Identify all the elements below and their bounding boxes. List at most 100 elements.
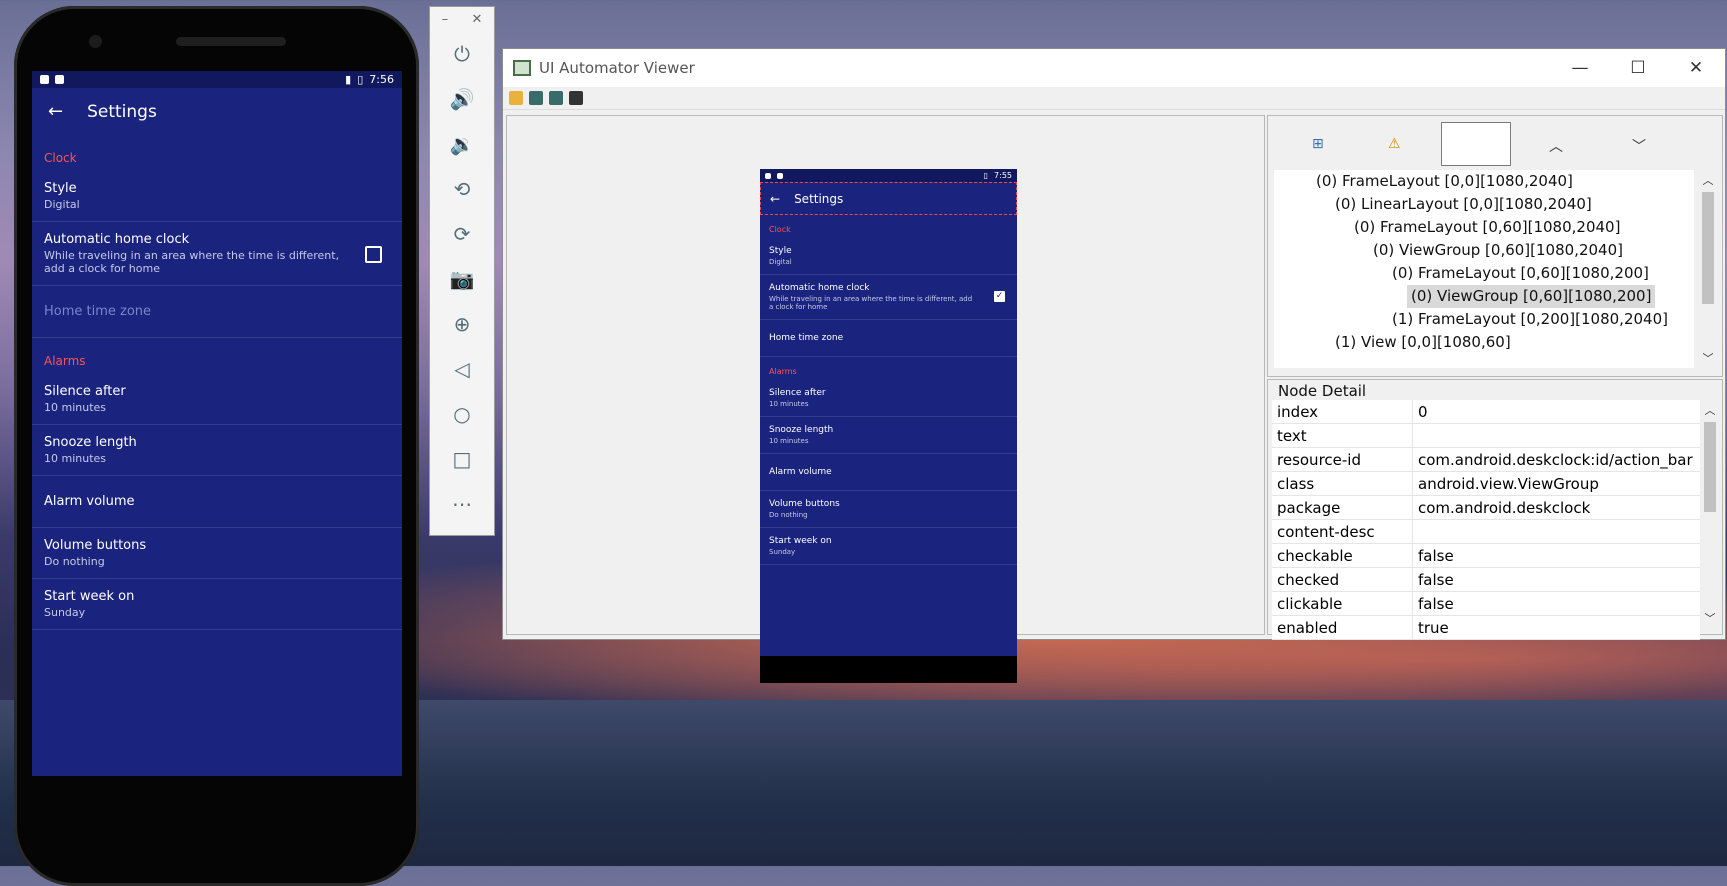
scroll-up-arrow-icon[interactable]: ︿ [1700, 172, 1716, 188]
tree-node[interactable]: (0) FrameLayout [0,60][1080,2040] [1274, 216, 1694, 239]
row-subtitle: Sunday [769, 548, 796, 556]
emulator-minimize-button[interactable]: – [442, 12, 449, 27]
scroll-down-arrow-icon[interactable]: ﹀ [1702, 610, 1718, 626]
shot-section-clock: Clock [769, 225, 791, 234]
row-title: Alarm volume [769, 467, 832, 477]
detail-key: resource-id [1272, 447, 1413, 472]
scroll-thumb[interactable] [1704, 422, 1716, 512]
shot-row-home-time-zone[interactable]: Home time zone [760, 320, 1017, 357]
tree-node[interactable]: (0) FrameLayout [0,60][1080,200] [1274, 262, 1694, 285]
detail-value[interactable]: com.android.deskclock [1412, 495, 1700, 520]
scroll-down-arrow-icon[interactable]: ﹀ [1700, 350, 1716, 366]
setting-style[interactable]: Style Digital [32, 171, 402, 222]
detail-value[interactable]: false [1412, 567, 1700, 592]
app-bar: ← Settings [32, 88, 402, 135]
row-subtitle: While traveling in an area where the tim… [769, 295, 973, 311]
device-screenshot[interactable]: ▯ 7:55 ← Settings Clock Style Digital Aut… [760, 169, 1017, 683]
tree-node-selected[interactable]: (0) ViewGroup [0,60][1080,200] [1407, 285, 1656, 308]
tree-node[interactable]: (0) LinearLayout [0,0][1080,2040] [1274, 193, 1694, 216]
setting-automatic-home-clock[interactable]: Automatic home clock While traveling in … [32, 222, 402, 286]
detail-row[interactable]: class android.view.ViewGroup [1272, 471, 1700, 496]
setting-alarm-volume[interactable]: Alarm volume [32, 476, 402, 528]
battery-icon: ▯ [357, 73, 364, 86]
detail-row[interactable]: enabled true [1272, 615, 1700, 640]
detail-row[interactable]: clickable false [1272, 591, 1700, 616]
tree-node[interactable]: (1) View [0,0][1080,60] [1274, 331, 1694, 354]
rotate-right-icon[interactable]: ⟳ [430, 211, 494, 256]
close-button[interactable]: ✕ [1667, 58, 1725, 78]
expand-all-icon[interactable]: ⊞ [1312, 136, 1324, 152]
detail-row[interactable]: index 0 [1272, 400, 1700, 424]
more-icon[interactable]: ⋯ [430, 481, 494, 526]
scroll-up-arrow-icon[interactable]: ︿ [1702, 402, 1718, 418]
back-arrow-icon[interactable]: ← [48, 101, 63, 122]
row-title: Style [769, 246, 792, 256]
detail-value[interactable]: false [1412, 543, 1700, 568]
detail-row[interactable]: text [1272, 423, 1700, 448]
power-icon[interactable]: ⏻ [430, 31, 494, 76]
detail-value[interactable]: com.android.deskclock:id/action_bar [1412, 447, 1700, 472]
viewer-toolbar [503, 87, 1725, 110]
detail-value[interactable]: 0 [1412, 400, 1700, 424]
tree-node[interactable]: (1) FrameLayout [0,200][1080,2040] [1274, 308, 1694, 331]
setting-start-week-on[interactable]: Start week on Sunday [32, 579, 402, 630]
detail-scrollbar[interactable]: ︿ ﹀ [1702, 400, 1718, 628]
chevron-up-icon[interactable]: ︿ [1549, 136, 1563, 156]
setting-title: Automatic home clock [44, 232, 190, 247]
tree-node[interactable]: (0) ViewGroup [0,60][1080,2040] [1274, 239, 1694, 262]
detail-row[interactable]: checked false [1272, 567, 1700, 592]
overview-icon[interactable]: □ [430, 436, 494, 481]
save-icon[interactable] [569, 91, 583, 105]
hierarchy-scrollbar[interactable]: ︿ ﹀ [1700, 170, 1716, 368]
warning-icon[interactable]: ⚠ [1388, 136, 1401, 152]
setting-silence-after[interactable]: Silence after 10 minutes [32, 374, 402, 425]
setting-snooze-length[interactable]: Snooze length 10 minutes [32, 425, 402, 476]
back-icon[interactable]: ◁ [430, 346, 494, 391]
home-icon[interactable]: ○ [430, 391, 494, 436]
shot-row-style[interactable]: Style Digital [760, 238, 1017, 275]
detail-row[interactable]: content-desc [1272, 519, 1700, 544]
hierarchy-toolbar: ⊞ ⚠ ︿ ﹀ [1268, 116, 1722, 170]
chevron-down-icon[interactable]: ﹀ [1632, 136, 1646, 156]
detail-value[interactable]: android.view.ViewGroup [1412, 471, 1700, 496]
setting-volume-buttons[interactable]: Volume buttons Do nothing [32, 528, 402, 579]
shot-row-snooze-length[interactable]: Snooze length 10 minutes [760, 417, 1017, 454]
row-title: Home time zone [769, 333, 844, 343]
setting-title: Snooze length [44, 435, 137, 450]
back-arrow-icon: ← [770, 191, 781, 206]
shot-row-automatic-home-clock[interactable]: Automatic home clock While traveling in … [760, 275, 1017, 320]
automatic-home-clock-checkbox[interactable] [365, 245, 382, 263]
checkbox-checked-icon[interactable]: ✓ [994, 291, 1005, 302]
shot-row-volume-buttons[interactable]: Volume buttons Do nothing [760, 491, 1017, 528]
row-subtitle: 10 minutes [769, 437, 809, 445]
scroll-thumb[interactable] [1702, 192, 1714, 304]
shot-row-silence-after[interactable]: Silence after 10 minutes [760, 380, 1017, 417]
volume-down-icon[interactable]: 🔉 [430, 121, 494, 166]
tree-node[interactable]: (0) FrameLayout [0,0][1080,2040] [1274, 170, 1694, 193]
volume-up-icon[interactable]: 🔊 [430, 76, 494, 121]
zoom-icon[interactable]: ⊕ [430, 301, 494, 346]
shot-app-bar-selected[interactable]: ← Settings [760, 182, 1017, 215]
rotate-left-icon[interactable]: ⟲ [430, 166, 494, 211]
open-folder-icon[interactable] [509, 91, 523, 105]
detail-row[interactable]: resource-id com.android.deskclock:id/acti… [1272, 447, 1700, 472]
detail-value[interactable] [1412, 519, 1700, 544]
shot-row-start-week-on[interactable]: Start week on Sunday [760, 528, 1017, 565]
detail-value[interactable] [1412, 423, 1700, 448]
minimize-button[interactable]: — [1551, 58, 1609, 78]
setting-title: Start week on [44, 589, 135, 604]
device-screenshot-compressed-icon[interactable] [549, 91, 563, 105]
setting-home-time-zone: Home time zone [32, 286, 402, 338]
detail-value[interactable]: true [1412, 615, 1700, 640]
camera-icon[interactable]: 📷 [430, 256, 494, 301]
emulator-close-button[interactable]: ✕ [471, 12, 482, 27]
maximize-button[interactable]: ☐ [1609, 58, 1667, 78]
detail-row[interactable]: checkable false [1272, 543, 1700, 568]
shot-row-alarm-volume[interactable]: Alarm volume [760, 454, 1017, 491]
node-search-box[interactable] [1441, 122, 1511, 166]
row-subtitle: Digital [769, 258, 792, 266]
detail-value[interactable]: false [1412, 591, 1700, 616]
device-screenshot-icon[interactable] [529, 91, 543, 105]
earpiece-speaker [176, 37, 286, 46]
detail-row[interactable]: package com.android.deskclock [1272, 495, 1700, 520]
